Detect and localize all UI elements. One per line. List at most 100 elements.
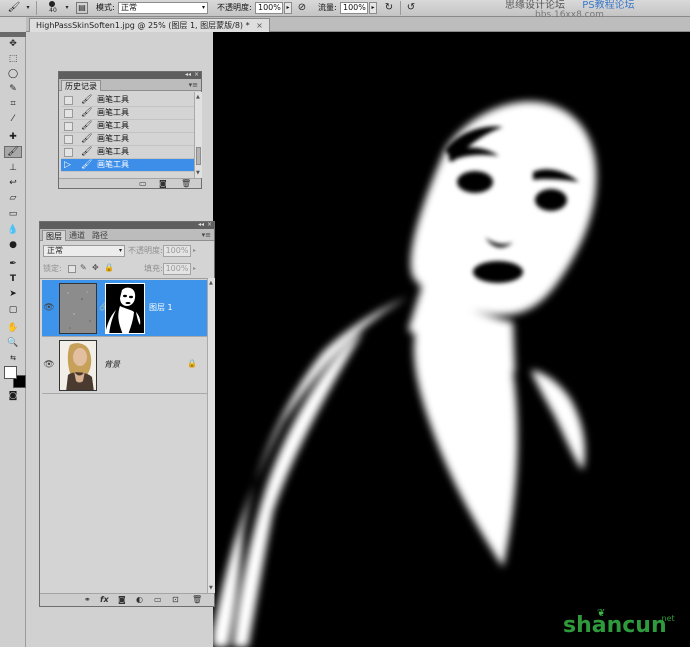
quick-select-icon[interactable]: ✎ [4, 83, 22, 95]
collapse-icon[interactable]: ◂◂ [198, 221, 204, 229]
tool-preset-arrow-icon[interactable]: ▾ [24, 2, 32, 14]
close-icon[interactable]: × [256, 21, 263, 30]
history-row-selected[interactable]: ▷ 🖌 画笔工具 [61, 159, 194, 172]
mode-select[interactable]: 正常 ▾ [118, 2, 208, 14]
panel-menu-icon[interactable]: ▾≡ [189, 80, 198, 90]
history-scrollbar[interactable]: ▲ ▼ [194, 92, 202, 178]
history-row-label: 画笔工具 [97, 134, 129, 143]
history-source-checkbox[interactable] [64, 122, 73, 131]
document-canvas[interactable]: shancun .net ❦ [213, 32, 690, 647]
airbrush-icon[interactable]: ↻ [383, 2, 395, 14]
tab-history[interactable]: 历史记录 [61, 80, 101, 91]
close-icon[interactable]: × [194, 71, 199, 79]
trash-icon[interactable]: 🗑 [181, 179, 191, 189]
layer-opacity-input[interactable]: 100% [163, 245, 191, 257]
healing-icon[interactable]: ✚ [4, 131, 22, 143]
marquee-icon[interactable]: ⬚ [4, 53, 22, 65]
trash-icon[interactable]: 🗑 [192, 595, 202, 605]
new-document-from-state-icon[interactable]: ▭ [139, 179, 147, 189]
flow-slider-arrow-icon[interactable]: ▸ [369, 2, 377, 14]
brush-icon[interactable]: 🖌 [4, 146, 22, 158]
close-icon[interactable]: × [207, 221, 212, 229]
stamp-icon[interactable]: ⊥ [4, 162, 22, 174]
folder-icon[interactable]: ▭ [154, 595, 162, 605]
layer-thumbnail[interactable] [59, 340, 97, 391]
brush-size-picker[interactable]: 40 [44, 1, 62, 15]
layer-mask-thumbnail[interactable] [105, 283, 145, 334]
eye-icon[interactable]: 👁 [43, 302, 55, 314]
panel-title-strip[interactable]: ◂◂ × [40, 221, 214, 229]
layer-row-layer1[interactable]: 👁 🔗 图层 1 [42, 280, 207, 337]
quick-mask-icon[interactable]: ◙ [4, 390, 22, 402]
history-row[interactable]: 🖌 画笔工具 [61, 94, 194, 107]
pressure-opacity-icon[interactable]: ⊘ [296, 2, 308, 14]
history-brush-icon[interactable]: ↩ [4, 177, 22, 189]
scroll-up-icon[interactable]: ▲ [196, 94, 200, 100]
blur-icon[interactable]: 💧 [4, 224, 22, 236]
opacity-slider-arrow-icon[interactable]: ▸ [284, 2, 292, 14]
scroll-thumb[interactable] [196, 147, 201, 165]
eye-icon[interactable]: 👁 [43, 359, 55, 371]
fill-slider-arrow-icon[interactable]: ▸ [193, 264, 196, 276]
gradient-icon[interactable]: ▭ [4, 208, 22, 220]
history-row[interactable]: 🖌 画笔工具 [61, 133, 194, 146]
collapse-icon[interactable]: ◂◂ [185, 71, 191, 79]
brush-panel-toggle-icon[interactable]: ▤ [76, 2, 88, 14]
chevron-down-icon[interactable]: ▾ [64, 2, 70, 14]
document-tab[interactable]: HighPassSkinSoften1.jpg @ 25% (图层 1, 图层蒙… [29, 18, 270, 32]
history-row[interactable]: 🖌 画笔工具 [61, 107, 194, 120]
layer-row-background[interactable]: 👁 背景 🔒 [42, 337, 207, 394]
pen-icon[interactable]: ✒ [4, 258, 22, 270]
link-layers-icon[interactable]: ⚭ [84, 595, 91, 605]
flow-input[interactable]: 100% [340, 2, 368, 14]
fx-icon[interactable]: fx [100, 595, 109, 605]
add-mask-icon[interactable]: ◙ [118, 595, 126, 605]
new-layer-icon[interactable]: ⊡ [172, 595, 179, 605]
history-row[interactable]: 🖌 画笔工具 [61, 146, 194, 159]
history-source-checkbox[interactable] [64, 96, 73, 105]
shape-icon[interactable]: ▢ [4, 304, 22, 316]
tab-paths[interactable]: 路径 [89, 230, 111, 241]
scroll-down-icon[interactable]: ▼ [209, 585, 213, 591]
lock-position-icon[interactable]: ✥ [92, 263, 99, 275]
fill-input[interactable]: 100% [163, 263, 191, 275]
foreground-color-swatch[interactable] [4, 366, 17, 379]
crop-icon[interactable]: ⌗ [4, 98, 22, 110]
swap-colors-icon[interactable]: ⇆ [4, 352, 22, 364]
history-source-checkbox[interactable] [64, 109, 73, 118]
history-source-checkbox[interactable] [64, 148, 73, 157]
hand-icon[interactable]: ✋ [4, 322, 22, 334]
layer-thumbnail[interactable] [59, 283, 97, 334]
path-select-icon[interactable]: ➤ [4, 288, 22, 300]
tab-layers[interactable]: 图层 [42, 230, 66, 241]
pressure-size-icon[interactable]: ↺ [405, 2, 417, 14]
brush-icon: 🖌 [81, 121, 93, 131]
panel-menu-icon[interactable]: ▾≡ [202, 230, 211, 240]
layer-name[interactable]: 图层 1 [149, 303, 173, 313]
adjustment-layer-icon[interactable]: ◐ [136, 595, 143, 605]
lock-all-icon[interactable]: 🔒 [104, 263, 114, 275]
lasso-icon[interactable]: ◯ [4, 68, 22, 80]
history-row[interactable]: 🖌 画笔工具 [61, 120, 194, 133]
opacity-slider-arrow-icon[interactable]: ▸ [193, 246, 196, 258]
layers-scrollbar[interactable]: ▲ ▼ [207, 278, 215, 593]
lock-pixels-icon[interactable]: ✎ [80, 263, 87, 275]
dodge-icon[interactable]: ● [4, 239, 22, 251]
eraser-icon[interactable]: ▱ [4, 192, 22, 204]
tab-channels[interactable]: 通道 [66, 230, 88, 241]
panel-title-strip[interactable]: ◂◂ × [59, 71, 201, 79]
blend-mode-select[interactable]: 正常 ▾ [43, 245, 125, 257]
brush-icon[interactable]: 🖌 [6, 2, 22, 14]
toolbox-grip[interactable] [0, 32, 26, 37]
layer-name[interactable]: 背景 [104, 360, 120, 370]
type-icon[interactable]: T [4, 273, 22, 285]
eyedropper-icon[interactable]: ⁄ [4, 113, 22, 125]
scroll-down-icon[interactable]: ▼ [196, 170, 200, 176]
zoom-icon[interactable]: 🔍 [4, 337, 22, 349]
move-icon[interactable]: ✥ [4, 38, 22, 50]
scroll-up-icon[interactable]: ▲ [209, 280, 213, 286]
opacity-input[interactable]: 100% [255, 2, 283, 14]
history-source-checkbox[interactable] [64, 135, 73, 144]
lock-transparency-icon[interactable] [68, 265, 76, 273]
snapshot-camera-icon[interactable]: ◙ [159, 179, 167, 189]
